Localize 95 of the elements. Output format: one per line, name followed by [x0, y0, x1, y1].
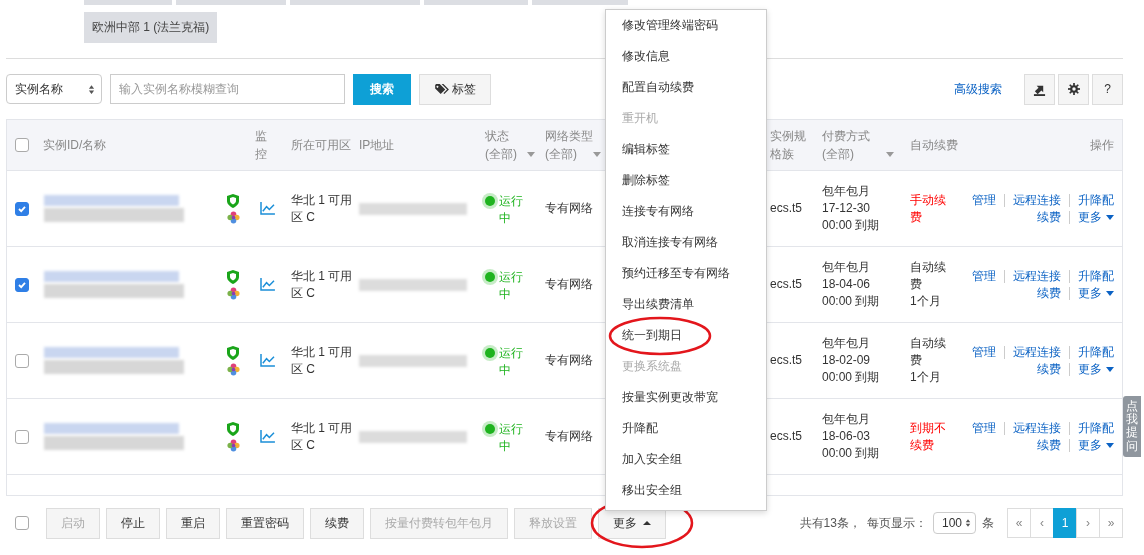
network-type: 专有网络 [545, 276, 593, 293]
expiry-date: 18-02-09 [822, 352, 871, 369]
network-type: 专有网络 [545, 200, 593, 217]
renewal-status: 手动续费 [910, 191, 947, 226]
action-button[interactable]: 重启 [166, 507, 220, 539]
page-size-unit: 条 [982, 514, 994, 532]
action-button[interactable]: 停止 [106, 507, 160, 539]
expiry-date: 18-04-06 [822, 276, 871, 293]
status-text: 运行中 [499, 421, 524, 455]
billing-type: 包年包月 [822, 335, 870, 352]
menu-item[interactable]: 修改管理终端密码 [622, 17, 718, 34]
action-link[interactable]: 升降配 [1078, 267, 1114, 285]
action-link[interactable]: 远程连接 [1013, 419, 1061, 437]
instance-spec: ecs.t5 [770, 428, 802, 445]
column-header: IP地址 [359, 137, 395, 154]
action-link[interactable]: 升降配 [1078, 419, 1114, 437]
total-count: 共有13条， [799, 514, 861, 532]
action-link[interactable]: 续费 [1037, 284, 1061, 302]
expiry-time: 00:00 到期 [822, 293, 880, 310]
menu-item[interactable]: 加入安全组 [622, 451, 682, 468]
menu-item[interactable]: 编辑标签 [622, 141, 670, 158]
instance-spec: ecs.t5 [770, 276, 802, 293]
action-link[interactable]: 远程连接 [1013, 191, 1061, 209]
menu-item[interactable]: 升降配 [622, 420, 658, 437]
zone-text: 华北 1 可用区 C [291, 267, 353, 302]
action-link[interactable]: 远程连接 [1013, 267, 1061, 285]
network-type: 专有网络 [545, 428, 593, 445]
page-size-label: 每页显示： [866, 514, 927, 532]
menu-item[interactable]: 导出续费清单 [622, 296, 694, 313]
action-button[interactable]: 续费 [310, 507, 364, 539]
more-dropdown[interactable]: 更多 [1078, 208, 1114, 226]
renewal-period: 1个月 [910, 293, 941, 310]
column-header: 实例ID/名称 [43, 137, 107, 154]
column-header: 自动续费 [910, 137, 958, 154]
network-type: 专有网络 [545, 352, 593, 369]
instance-spec: ecs.t5 [770, 352, 802, 369]
column-header: 所在可用区 [291, 137, 351, 154]
action-link[interactable]: 管理 [972, 343, 996, 361]
column-header: 网络类型(全部) [545, 128, 593, 163]
expiry-date: 18-06-03 [822, 428, 871, 445]
billing-type: 包年包月 [822, 259, 870, 276]
zone-text: 华北 1 可用区 C [291, 343, 353, 378]
billing-type: 包年包月 [822, 183, 870, 200]
page-button[interactable]: » [1099, 508, 1123, 538]
menu-item[interactable]: 删除标签 [622, 172, 670, 189]
tag-button[interactable]: 标签 [419, 73, 491, 105]
expiry-time: 00:00 到期 [822, 217, 880, 234]
column-header: 操作 [1090, 137, 1114, 154]
filter-select[interactable]: 实例名称 [6, 74, 102, 104]
expiry-time: 00:00 到期 [822, 369, 880, 386]
menu-item[interactable]: 连接专有网络 [622, 203, 694, 220]
more-dropdown[interactable]: 更多 [1078, 436, 1114, 454]
action-button[interactable]: 重置密码 [226, 507, 304, 539]
menu-item[interactable]: 取消连接专有网络 [622, 234, 718, 251]
column-header: 实例规格族 [770, 128, 807, 163]
menu-item[interactable]: 修改信息 [622, 48, 670, 65]
page-button[interactable]: ‹ [1030, 508, 1054, 538]
menu-item[interactable]: 预约迁移至专有网络 [622, 265, 730, 282]
status-text: 运行中 [499, 345, 524, 379]
zone-text: 华北 1 可用区 C [291, 419, 353, 454]
more-dropdown[interactable]: 更多 [1078, 360, 1114, 378]
column-header: 付费方式(全部) [822, 128, 871, 163]
page-size-select[interactable]: 100 [932, 512, 976, 534]
instance-spec: ecs.t5 [770, 200, 802, 217]
action-link[interactable]: 管理 [972, 267, 996, 285]
expiry-date: 17-12-30 [822, 200, 871, 217]
action-link[interactable]: 升降配 [1078, 191, 1114, 209]
menu-item[interactable]: 配置自动续费 [622, 79, 694, 96]
renewal-status: 自动续费 [910, 259, 947, 293]
action-link[interactable]: 管理 [972, 191, 996, 209]
status-text: 运行中 [499, 269, 524, 303]
renewal-status: 自动续费 [910, 335, 947, 369]
help-button[interactable]: ? [1092, 73, 1123, 105]
renewal-status: 到期不续费 [910, 419, 947, 454]
region-tab[interactable]: 欧洲中部 1 (法兰克福) [84, 12, 218, 43]
zone-text: 华北 1 可用区 C [291, 191, 353, 226]
advanced-search-link[interactable]: 高级搜索 [954, 80, 1002, 98]
more-dropdown[interactable]: 更多 [1078, 284, 1114, 302]
expiry-time: 00:00 到期 [822, 445, 880, 462]
billing-type: 包年包月 [822, 411, 870, 428]
menu-item[interactable]: 按量实例更改带宽 [622, 389, 718, 406]
status-text: 运行中 [499, 193, 524, 227]
action-link[interactable]: 续费 [1037, 208, 1061, 226]
action-link[interactable]: 续费 [1037, 360, 1061, 378]
column-header: 状态(全部) [485, 128, 518, 163]
search-field[interactable]: 输入实例名称模糊查询 [110, 74, 345, 104]
action-link[interactable]: 升降配 [1078, 343, 1114, 361]
menu-item[interactable]: 移出安全组 [622, 482, 682, 499]
renewal-period: 1个月 [910, 369, 941, 386]
column-header: 监控 [255, 128, 267, 163]
action-link[interactable]: 远程连接 [1013, 343, 1061, 361]
action-link[interactable]: 续费 [1037, 436, 1061, 454]
page-button[interactable]: « [1007, 508, 1031, 538]
action-link[interactable]: 管理 [972, 419, 996, 437]
page-button[interactable]: › [1076, 508, 1100, 538]
